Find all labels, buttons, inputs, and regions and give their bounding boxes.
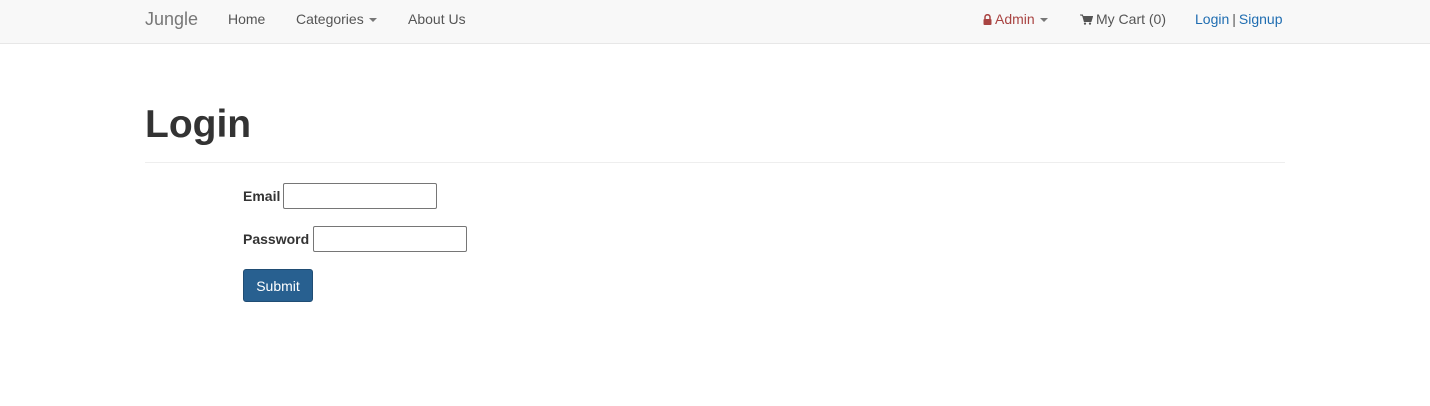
submit-button[interactable]: Submit	[243, 269, 313, 302]
title-divider	[145, 162, 1285, 163]
lock-icon	[983, 14, 992, 25]
email-field[interactable]	[283, 183, 437, 209]
nav-signup-link[interactable]: Signup	[1239, 11, 1283, 27]
caret-down-icon	[1039, 18, 1048, 23]
nav-home-link[interactable]: Home	[228, 0, 265, 38]
nav-login-link[interactable]: Login	[1195, 11, 1229, 27]
nav-categories-dropdown[interactable]: Categories	[296, 0, 377, 38]
password-field[interactable]	[313, 226, 467, 252]
nav-cart-link[interactable]: My Cart (0)	[1080, 0, 1166, 38]
password-label: Password	[243, 231, 310, 247]
shopping-cart-icon	[1080, 14, 1093, 25]
page-title: Login	[145, 103, 252, 146]
nav-admin-dropdown[interactable]: Admin	[983, 0, 1048, 38]
top-navbar: Jungle Home Categories About Us Admin My…	[0, 0, 1430, 44]
brand-link[interactable]: Jungle	[145, 0, 198, 38]
nav-cart-label: My Cart (0)	[1096, 11, 1166, 27]
nav-auth-separator: |	[1232, 11, 1236, 27]
caret-down-icon	[368, 18, 377, 23]
nav-categories-label: Categories	[296, 11, 364, 27]
email-label: Email	[243, 188, 281, 204]
nav-auth-links: Login | Signup	[1195, 0, 1283, 38]
nav-about-link[interactable]: About Us	[408, 0, 466, 38]
nav-admin-label: Admin	[995, 11, 1035, 27]
